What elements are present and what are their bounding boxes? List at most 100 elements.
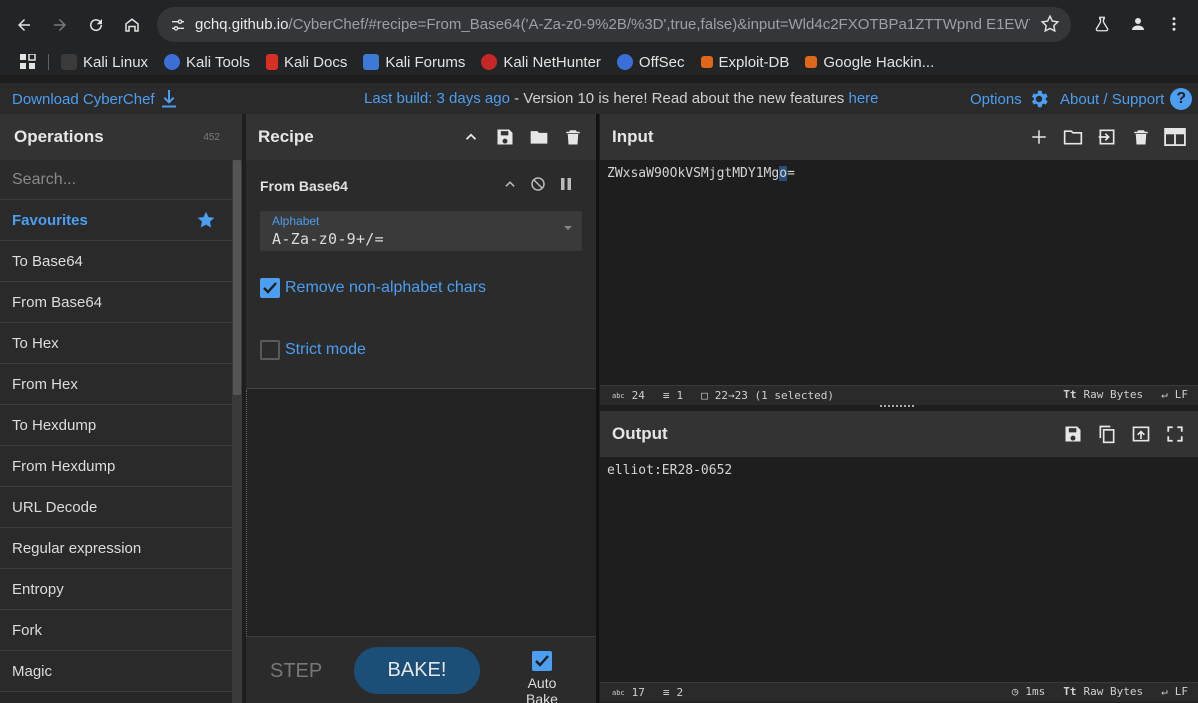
labs-button[interactable] <box>1086 8 1118 40</box>
output-lines-stat: ≡ 2 <box>663 686 683 699</box>
features-here-link[interactable]: here <box>848 90 878 107</box>
download-icon <box>161 90 176 108</box>
load-recipe-folder-icon[interactable] <box>526 124 552 150</box>
operation-item[interactable]: Magic <box>0 651 232 692</box>
auto-bake-toggle[interactable]: Auto Bake <box>510 651 574 703</box>
operation-item[interactable]: From Hex <box>0 364 232 405</box>
strict-mode-option[interactable]: Strict mode <box>260 340 366 360</box>
bookmarks-bar: Kali Linux Kali Tools Kali Docs Kali For… <box>0 49 1198 75</box>
search-input[interactable] <box>12 170 212 189</box>
save-recipe-icon[interactable] <box>492 124 518 150</box>
reset-layout-icon[interactable] <box>1162 124 1188 150</box>
bookmark-offsec[interactable]: OffSec <box>616 54 685 71</box>
bookmark-exploit-db[interactable]: Exploit-DB <box>700 53 790 71</box>
bookmark-label: Kali Forums <box>385 53 466 71</box>
output-encoding-button[interactable]: Tt Raw Bytes <box>1063 685 1143 698</box>
alphabet-select[interactable]: Alphabet A-Za-z0-9+/= <box>260 211 582 251</box>
download-cyberchef-link[interactable]: Download CyberChef <box>12 90 177 108</box>
cyberchef-banner: Download CyberChef Last build: 3 days ag… <box>0 83 1198 114</box>
about-support-button[interactable]: About / Support ? <box>1060 88 1193 110</box>
output-text[interactable]: elliot:ER28-0652 <box>607 463 732 478</box>
reload-icon <box>90 18 103 31</box>
operation-item[interactable]: Fork <box>0 610 232 651</box>
io-resize-handle[interactable] <box>880 405 914 408</box>
recipe-drop-area[interactable] <box>246 390 596 636</box>
bookmark-kali-nethunter[interactable]: Kali NetHunter <box>481 54 601 71</box>
bookmark-kali-forums[interactable]: Kali Forums <box>363 54 465 71</box>
output-length: 17 <box>631 686 645 699</box>
clear-recipe-trash-icon[interactable] <box>560 124 586 150</box>
home-icon <box>125 17 139 32</box>
disable-operation-icon[interactable] <box>528 174 548 194</box>
output-title: Output <box>612 424 668 443</box>
remove-non-alphabet-option[interactable]: Remove non-alphabet chars <box>260 278 486 298</box>
output-eol-button[interactable]: ↵ LF <box>1161 685 1188 698</box>
apps-grid-icon[interactable] <box>12 49 44 75</box>
operations-scrollbar[interactable] <box>232 160 242 703</box>
auto-bake-checkbox[interactable] <box>532 651 552 671</box>
bookmark-label: Exploit-DB <box>718 53 790 71</box>
site-info-icon[interactable] <box>165 12 191 38</box>
operation-item[interactable]: Regular expression <box>0 528 232 569</box>
favourites-label: Favourites <box>12 211 88 229</box>
chevron-up-icon[interactable] <box>500 174 520 194</box>
return-arrow-icon: ↵ <box>1161 388 1168 401</box>
profile-button[interactable] <box>1122 8 1154 40</box>
menu-button[interactable] <box>1158 8 1190 40</box>
bake-button[interactable]: BAKE! <box>354 647 480 694</box>
forward-button[interactable] <box>44 9 76 41</box>
operations-list: Favourites To Base64 From Base64 To Hex … <box>0 200 232 692</box>
recipe-header-actions <box>450 124 586 150</box>
add-tab-plus-icon[interactable] <box>1026 124 1052 150</box>
version-notice-text: - Version 10 is here! Read about the new… <box>509 90 849 107</box>
options-label: Options <box>970 90 1022 108</box>
star-icon <box>197 211 215 228</box>
maximise-output-icon[interactable] <box>1162 421 1188 447</box>
selection-icon: □ <box>701 389 708 402</box>
open-file-input-icon[interactable] <box>1094 124 1120 150</box>
remove-non-alphabet-checkbox[interactable] <box>260 278 280 298</box>
back-button[interactable] <box>8 9 40 41</box>
copy-output-icon[interactable] <box>1094 421 1120 447</box>
operation-item[interactable]: From Hexdump <box>0 446 232 487</box>
replace-input-icon[interactable] <box>1128 421 1154 447</box>
clear-input-trash-icon[interactable] <box>1128 124 1154 150</box>
step-button[interactable]: STEP <box>270 660 322 683</box>
operations-panel: Operations 452 Favourites To Base64 From… <box>0 114 242 703</box>
operation-item[interactable]: To Base64 <box>0 241 232 282</box>
panel-divider[interactable] <box>596 114 599 703</box>
operation-item[interactable]: To Hexdump <box>0 405 232 446</box>
input-eol-button[interactable]: ↵ LF <box>1161 388 1188 401</box>
auto-bake-label: Auto Bake <box>526 675 558 703</box>
operation-item[interactable]: URL Decode <box>0 487 232 528</box>
input-title: Input <box>612 127 654 146</box>
operation-item[interactable]: From Base64 <box>0 282 232 323</box>
scrollbar-thumb[interactable] <box>233 160 241 395</box>
person-icon <box>1132 18 1144 30</box>
open-folder-icon[interactable] <box>1060 124 1086 150</box>
last-build-link[interactable]: Last build: 3 days ago <box>364 90 510 107</box>
operation-item[interactable]: To Hex <box>0 323 232 364</box>
bookmark-kali-linux[interactable]: Kali Linux <box>61 54 148 71</box>
kali-forums-icon <box>363 54 380 70</box>
bookmark-google-hacking[interactable]: Google Hackin... <box>805 54 934 71</box>
bookmark-kali-tools[interactable]: Kali Tools <box>164 54 250 71</box>
bookmark-star-icon[interactable] <box>1039 13 1061 35</box>
return-arrow-icon: ↵ <box>1161 685 1168 698</box>
reload-button[interactable] <box>80 9 112 41</box>
strict-mode-checkbox[interactable] <box>260 340 280 360</box>
operation-item[interactable]: Entropy <box>0 569 232 610</box>
save-output-icon[interactable] <box>1060 421 1086 447</box>
bookmark-kali-docs[interactable]: Kali Docs <box>265 54 347 71</box>
options-button[interactable]: Options <box>970 88 1050 110</box>
input-encoding-button[interactable]: Tt Raw Bytes <box>1063 388 1143 401</box>
download-label: Download CyberChef <box>12 90 155 108</box>
address-bar[interactable]: gchq.github.io/CyberChef/#recipe=From_Ba… <box>157 7 1071 42</box>
collapse-all-icon[interactable] <box>458 124 484 150</box>
input-textarea[interactable]: ZWxsaW90OkVSMjgtMDY1Mgo= <box>607 166 795 181</box>
favourites-category[interactable]: Favourites <box>0 200 232 241</box>
browser-actions <box>1082 8 1198 40</box>
remove-non-alphabet-label: Remove non-alphabet chars <box>285 279 487 296</box>
home-button[interactable] <box>116 9 148 41</box>
pause-breakpoint-icon[interactable] <box>556 174 576 194</box>
